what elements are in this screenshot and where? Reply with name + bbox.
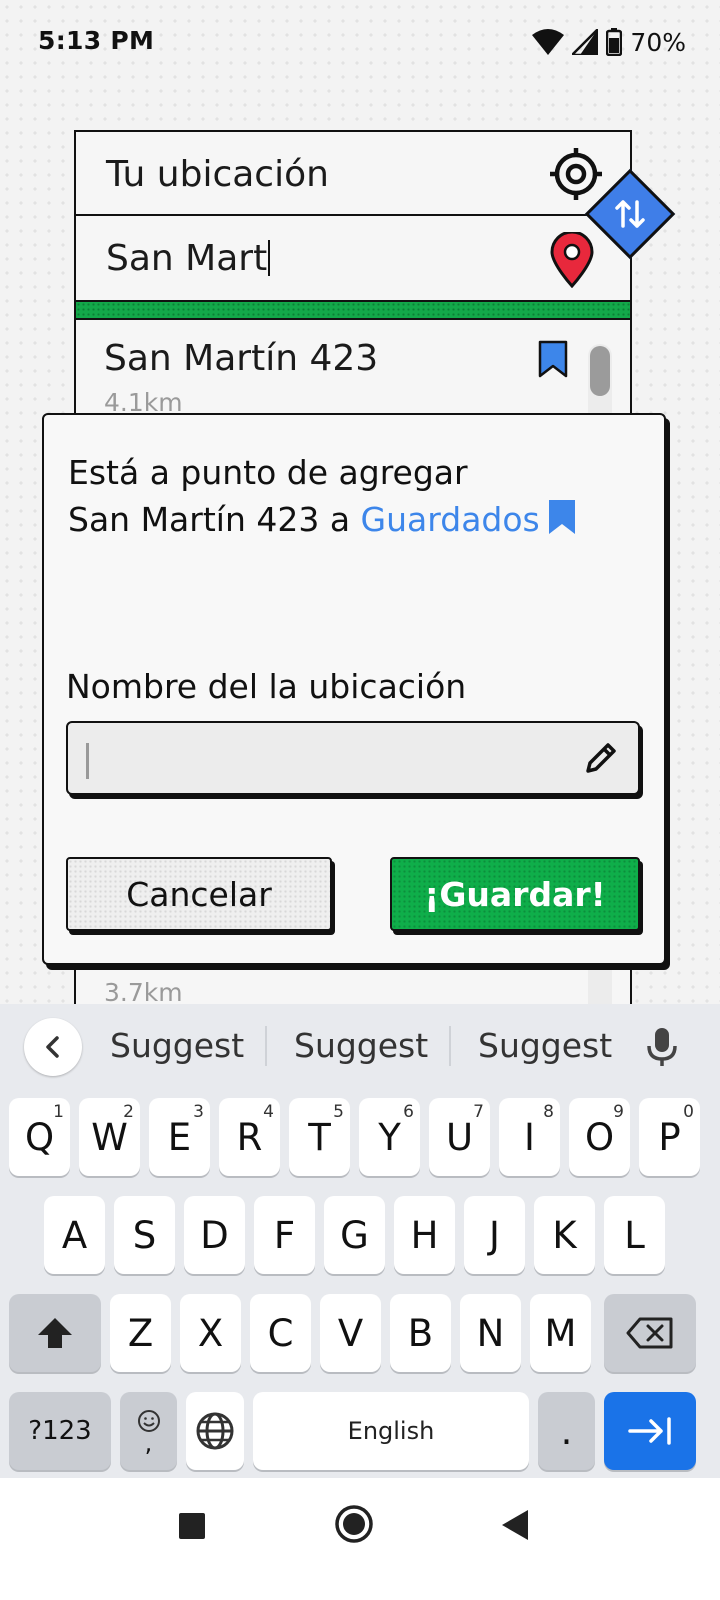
result-title: San Martín 423: [104, 338, 379, 379]
back-button[interactable]: [500, 1508, 530, 1542]
recents-button[interactable]: [178, 1512, 206, 1540]
scrollbar-thumb[interactable]: [590, 346, 610, 396]
cancel-button[interactable]: Cancelar: [66, 857, 332, 931]
pencil-icon[interactable]: [582, 739, 620, 777]
key-j[interactable]: J: [464, 1196, 525, 1274]
key-b[interactable]: B: [390, 1294, 451, 1372]
shift-key[interactable]: [9, 1294, 101, 1372]
key-n[interactable]: N: [460, 1294, 521, 1372]
route-progress-bar: [74, 302, 632, 320]
key-o[interactable]: O9: [569, 1098, 630, 1176]
crosshair-icon[interactable]: [548, 146, 604, 202]
route-card: Tu ubicación San Mart: [74, 130, 632, 320]
key-q[interactable]: Q1: [9, 1098, 70, 1176]
globe-icon: [196, 1412, 234, 1450]
key-s[interactable]: S: [114, 1196, 175, 1274]
navigation-bar: [0, 1478, 720, 1600]
origin-field[interactable]: Tu ubicación: [74, 130, 632, 216]
chevron-left-icon: [46, 1036, 59, 1058]
keyboard-collapse-button[interactable]: [24, 1018, 82, 1076]
text-caret: [86, 743, 89, 779]
location-name-label: Nombre del la ubicación: [66, 667, 467, 706]
save-button[interactable]: ¡Guardar!: [390, 857, 640, 931]
status-bar: 5:13 PM 70%: [0, 0, 720, 84]
cell-signal-icon: [572, 29, 599, 55]
period-key[interactable]: .: [538, 1392, 595, 1470]
suggestion-item[interactable]: Suggest: [110, 1026, 244, 1065]
key-z[interactable]: Z: [110, 1294, 171, 1372]
location-name-field[interactable]: [66, 721, 640, 795]
backspace-icon: [626, 1317, 673, 1349]
dialog-message: Está a punto de agregar San Martín 423 a…: [68, 449, 648, 543]
key-e[interactable]: E3: [149, 1098, 210, 1176]
bookmark-icon: [548, 500, 575, 534]
home-button[interactable]: [334, 1504, 374, 1544]
destination-text: San Mart: [106, 238, 268, 279]
suggestion-item[interactable]: Suggest: [294, 1026, 428, 1065]
suggestion-divider: [449, 1026, 451, 1066]
text-caret: [268, 240, 271, 276]
dialog-place: San Martín 423: [68, 500, 320, 539]
suggestion-item[interactable]: Suggest: [478, 1026, 612, 1065]
location-name-input[interactable]: [82, 731, 572, 785]
key-t[interactable]: T5: [289, 1098, 350, 1176]
dialog-message-prefix: Está a punto de agregar: [68, 453, 468, 492]
swap-arrows-icon: [615, 200, 645, 228]
key-d[interactable]: D: [184, 1196, 245, 1274]
enter-key[interactable]: [604, 1392, 696, 1470]
status-time: 5:13 PM: [38, 26, 155, 55]
bookmark-icon[interactable]: [538, 340, 568, 378]
emoji-comma-key[interactable]: ,: [120, 1392, 177, 1470]
battery-percent: 70%: [630, 27, 686, 57]
symbols-key[interactable]: ?123: [9, 1392, 111, 1470]
key-k[interactable]: K: [534, 1196, 595, 1274]
key-a[interactable]: A: [44, 1196, 105, 1274]
key-c[interactable]: C: [250, 1294, 311, 1372]
battery-icon: [606, 28, 623, 56]
key-w[interactable]: W2: [79, 1098, 140, 1176]
space-key[interactable]: English: [253, 1392, 529, 1470]
backspace-key[interactable]: [604, 1294, 696, 1372]
key-y[interactable]: Y6: [359, 1098, 420, 1176]
dialog-message-mid: a: [319, 500, 361, 539]
wifi-icon: [532, 29, 565, 55]
key-l[interactable]: L: [604, 1196, 665, 1274]
suggestion-bar: Suggest Suggest Suggest: [0, 1004, 720, 1092]
microphone-icon[interactable]: [646, 1026, 678, 1068]
map-pin-icon: [550, 232, 594, 288]
soft-keyboard: Suggest Suggest Suggest Q1 W2 E3 R4 T5 Y…: [0, 1004, 720, 1478]
shift-icon: [38, 1318, 72, 1348]
result-distance: 3.7km: [104, 978, 183, 1007]
suggestion-divider: [265, 1026, 267, 1066]
key-p[interactable]: P0: [639, 1098, 700, 1176]
key-x[interactable]: X: [180, 1294, 241, 1372]
key-i[interactable]: I8: [499, 1098, 560, 1176]
destination-input[interactable]: San Mart: [106, 238, 271, 279]
key-h[interactable]: H: [394, 1196, 455, 1274]
tab-next-icon: [628, 1417, 671, 1445]
key-r[interactable]: R4: [219, 1098, 280, 1176]
key-u[interactable]: U7: [429, 1098, 490, 1176]
key-v[interactable]: V: [320, 1294, 381, 1372]
key-m[interactable]: M: [530, 1294, 591, 1372]
status-icons: 70%: [532, 26, 686, 58]
origin-text: Tu ubicación: [106, 154, 329, 195]
destination-field[interactable]: San Mart: [74, 216, 632, 302]
save-location-dialog: Está a punto de agregar San Martín 423 a…: [42, 413, 666, 965]
key-f[interactable]: F: [254, 1196, 315, 1274]
key-g[interactable]: G: [324, 1196, 385, 1274]
saved-link[interactable]: Guardados: [361, 500, 540, 539]
language-key[interactable]: [186, 1392, 244, 1470]
comma-label: ,: [144, 1429, 153, 1457]
